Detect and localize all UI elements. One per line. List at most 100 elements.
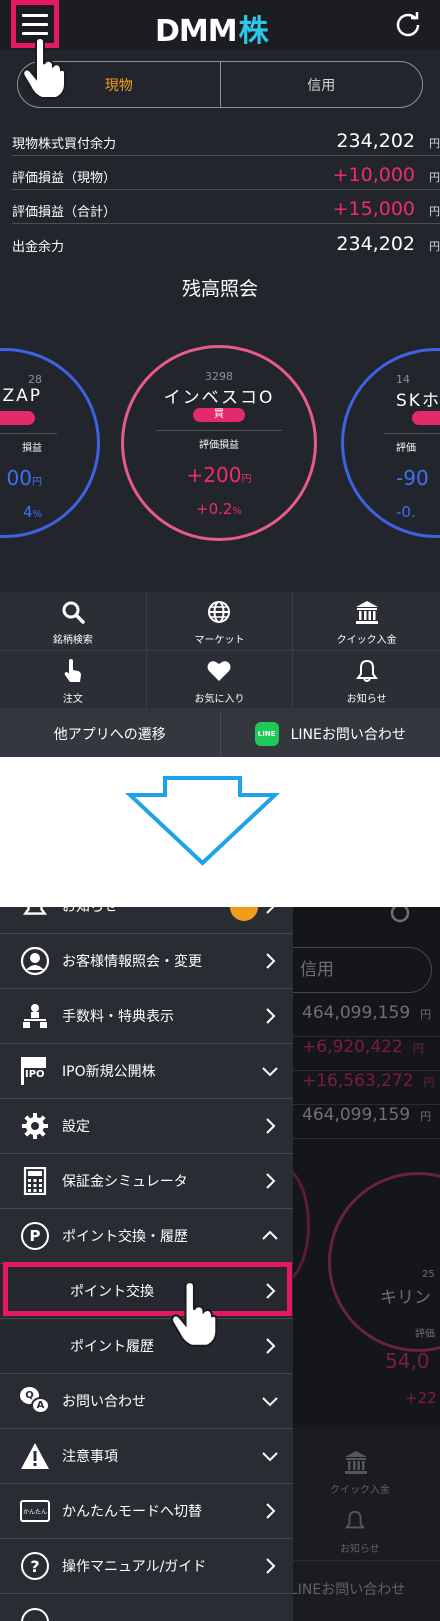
bottom-bar: 他アプリへの遷移 LINE LINEお問い合わせ — [0, 711, 440, 757]
buy-badge: 買 — [412, 411, 440, 425]
refresh-icon — [390, 907, 410, 923]
help-icon: ? — [19, 1550, 51, 1582]
user-icon — [19, 945, 51, 977]
shortcut-label: マーケット — [194, 635, 245, 646]
shortcut-label: 銘柄検索 — [52, 635, 93, 646]
stock-code: 14 — [396, 373, 410, 386]
bg-stock-code: 25 — [422, 1269, 435, 1280]
menu-item-ipo[interactable]: IPO IPO新規公開株 — [0, 1044, 293, 1099]
shortcut-market[interactable]: マーケット — [146, 592, 294, 651]
menu-item-manual[interactable]: ? 操作マニュアル/ガイド — [0, 1539, 293, 1594]
bell-icon — [344, 1510, 366, 1529]
menu-item-notices[interactable]: お知らせ — [0, 907, 293, 934]
menu-item-label: 注意事項 — [62, 1449, 118, 1465]
chevron-right-icon — [266, 1558, 276, 1574]
summary-unit: 円 — [429, 205, 440, 218]
line-icon: LINE — [254, 722, 279, 746]
pointing-hand-icon — [22, 38, 66, 99]
menu-item-label: 設定 — [62, 1119, 90, 1135]
pl-label: 損益 — [22, 443, 42, 454]
menu-item-label: ポイント交換・履歴 — [62, 1229, 188, 1245]
bottom-screen: 信用 464,099,159 円 +6,920,422 円 +16,563,272 円… — [0, 907, 440, 1621]
heart-icon — [207, 661, 231, 681]
chevron-right-icon — [266, 1173, 276, 1189]
bell-icon — [19, 907, 51, 922]
summary-value: +10,000 — [332, 164, 415, 186]
pl-label: 評価 — [396, 443, 416, 454]
gear-icon — [19, 1110, 51, 1142]
bg-stock-label: 評価 — [415, 1329, 435, 1340]
point-icon: P — [19, 1220, 51, 1252]
dimmed-background-app: 信用 464,099,159 円 +6,920,422 円 +16,563,272 円… — [250, 907, 440, 1621]
bg-line-contact-label: LINEお問い合わせ — [290, 1582, 406, 1598]
buy-badge: 買 — [193, 408, 245, 422]
pl-value: 00円 — [6, 466, 42, 490]
chevron-right-icon — [266, 953, 276, 969]
menu-bar-icon — [22, 22, 48, 26]
chevron-right-icon — [266, 1008, 276, 1024]
summary-row: 現物株式買付余力 234,202 円 — [12, 122, 440, 156]
summary-row: 評価損益（現物） +10,000 円 — [12, 156, 440, 190]
summary-value: +15,000 — [332, 198, 415, 220]
shortcut-label: お知らせ — [346, 694, 387, 705]
menu-item-label: 操作マニュアル/ガイド — [62, 1559, 207, 1575]
tab-margin[interactable]: 信用 — [219, 62, 423, 107]
menu-item-contact[interactable]: QA お問い合わせ — [0, 1374, 293, 1429]
menu-item-notes[interactable]: 注意事項 — [0, 1429, 293, 1484]
pl-label: 評価損益 — [199, 440, 239, 451]
bank-icon — [345, 1451, 367, 1474]
chevron-down-icon — [262, 1067, 278, 1077]
stock-card[interactable]: 28 ZAP 買 損益 00円 4% — [0, 348, 100, 538]
balance-title: 残高照会 — [181, 278, 258, 300]
divider — [156, 430, 282, 431]
bg-notice-label: お知らせ — [340, 1544, 380, 1555]
shortcut-label: クイック入金 — [336, 635, 397, 646]
org-chart-icon — [19, 1000, 51, 1032]
summary-row: 出金余力 234,202 円 — [12, 224, 440, 258]
refresh-icon[interactable] — [394, 11, 422, 39]
circle-icon — [19, 1606, 51, 1621]
pl-percent: 4% — [22, 503, 42, 521]
summary-unit: 円 — [429, 171, 440, 184]
stock-code: 28 — [28, 373, 42, 386]
chevron-right-icon — [266, 1503, 276, 1519]
summary-unit: 円 — [429, 240, 440, 253]
summary-unit: 円 — [429, 137, 440, 150]
summary-label: 評価損益（現物） — [12, 171, 117, 186]
menu-item-simple-mode[interactable]: かんたん かんたんモードへ切替 — [0, 1484, 293, 1539]
bg-quick-deposit-label: クイック入金 — [330, 1485, 390, 1496]
shortcut-order[interactable]: 注文 — [0, 651, 147, 710]
bg-shortcut-area: クイック入金 お知らせ LINEお問い合わせ — [290, 1427, 440, 1621]
app-header: DMM株 — [0, 0, 440, 50]
other-apps-button[interactable]: 他アプリへの遷移 — [0, 711, 220, 757]
menu-item-point-history[interactable]: ポイント履歴 — [0, 1319, 293, 1374]
menu-item-fees[interactable]: 手数料・特典表示 — [0, 989, 293, 1044]
line-contact-button[interactable]: LINE LINEお問い合わせ — [219, 711, 440, 757]
bell-icon — [355, 659, 378, 682]
pl-percent: -0. — [396, 503, 416, 521]
account-type-tabs: 現物 信用 — [17, 61, 423, 108]
shortcut-favorites[interactable]: お気に入り — [146, 651, 294, 710]
menu-item-points[interactable]: P ポイント交換・履歴 — [0, 1209, 293, 1264]
shortcut-notices[interactable]: お知らせ — [293, 651, 440, 710]
stock-card[interactable]: 3298 インベスコO 買 評価損益 +200円 +0.2% — [121, 345, 317, 541]
stock-card[interactable]: 14 SKホ 買 評価 -90 -0. — [341, 348, 440, 538]
account-summary: 現物株式買付余力 234,202 円 評価損益（現物） +10,000 円 評価損益… — [12, 122, 440, 258]
menu-item-label: 手数料・特典表示 — [62, 1009, 174, 1025]
ipo-flag-icon: IPO — [19, 1055, 51, 1087]
menu-item-label: IPO新規公開株 — [62, 1064, 156, 1080]
menu-item-label: お客様情報照会・変更 — [62, 954, 202, 970]
menu-item-label: ポイント履歴 — [70, 1339, 154, 1355]
menu-item-customer-info[interactable]: お客様情報照会・変更 — [0, 934, 293, 989]
menu-bar-icon — [22, 13, 48, 17]
switch-mode-icon: かんたん — [19, 1495, 51, 1527]
top-screen: DMM株 現物 信用 現物株式買付余力 234,202 円 評価損益（現物） +1… — [0, 0, 440, 757]
menu-item-margin-simulator[interactable]: 保証金シミュレータ — [0, 1154, 293, 1209]
shortcut-grid: 銘柄検索 マーケット クイック入金 注文 お気に入り お知らせ — [0, 592, 440, 711]
shortcut-stock-search[interactable]: 銘柄検索 — [0, 592, 147, 651]
menu-item-settings[interactable]: 設定 — [0, 1099, 293, 1154]
shortcut-quick-deposit[interactable]: クイック入金 — [293, 592, 440, 651]
qa-icon: QA — [19, 1385, 51, 1417]
bg-stock-value: 54,0 — [385, 1349, 430, 1373]
divider — [384, 433, 440, 434]
